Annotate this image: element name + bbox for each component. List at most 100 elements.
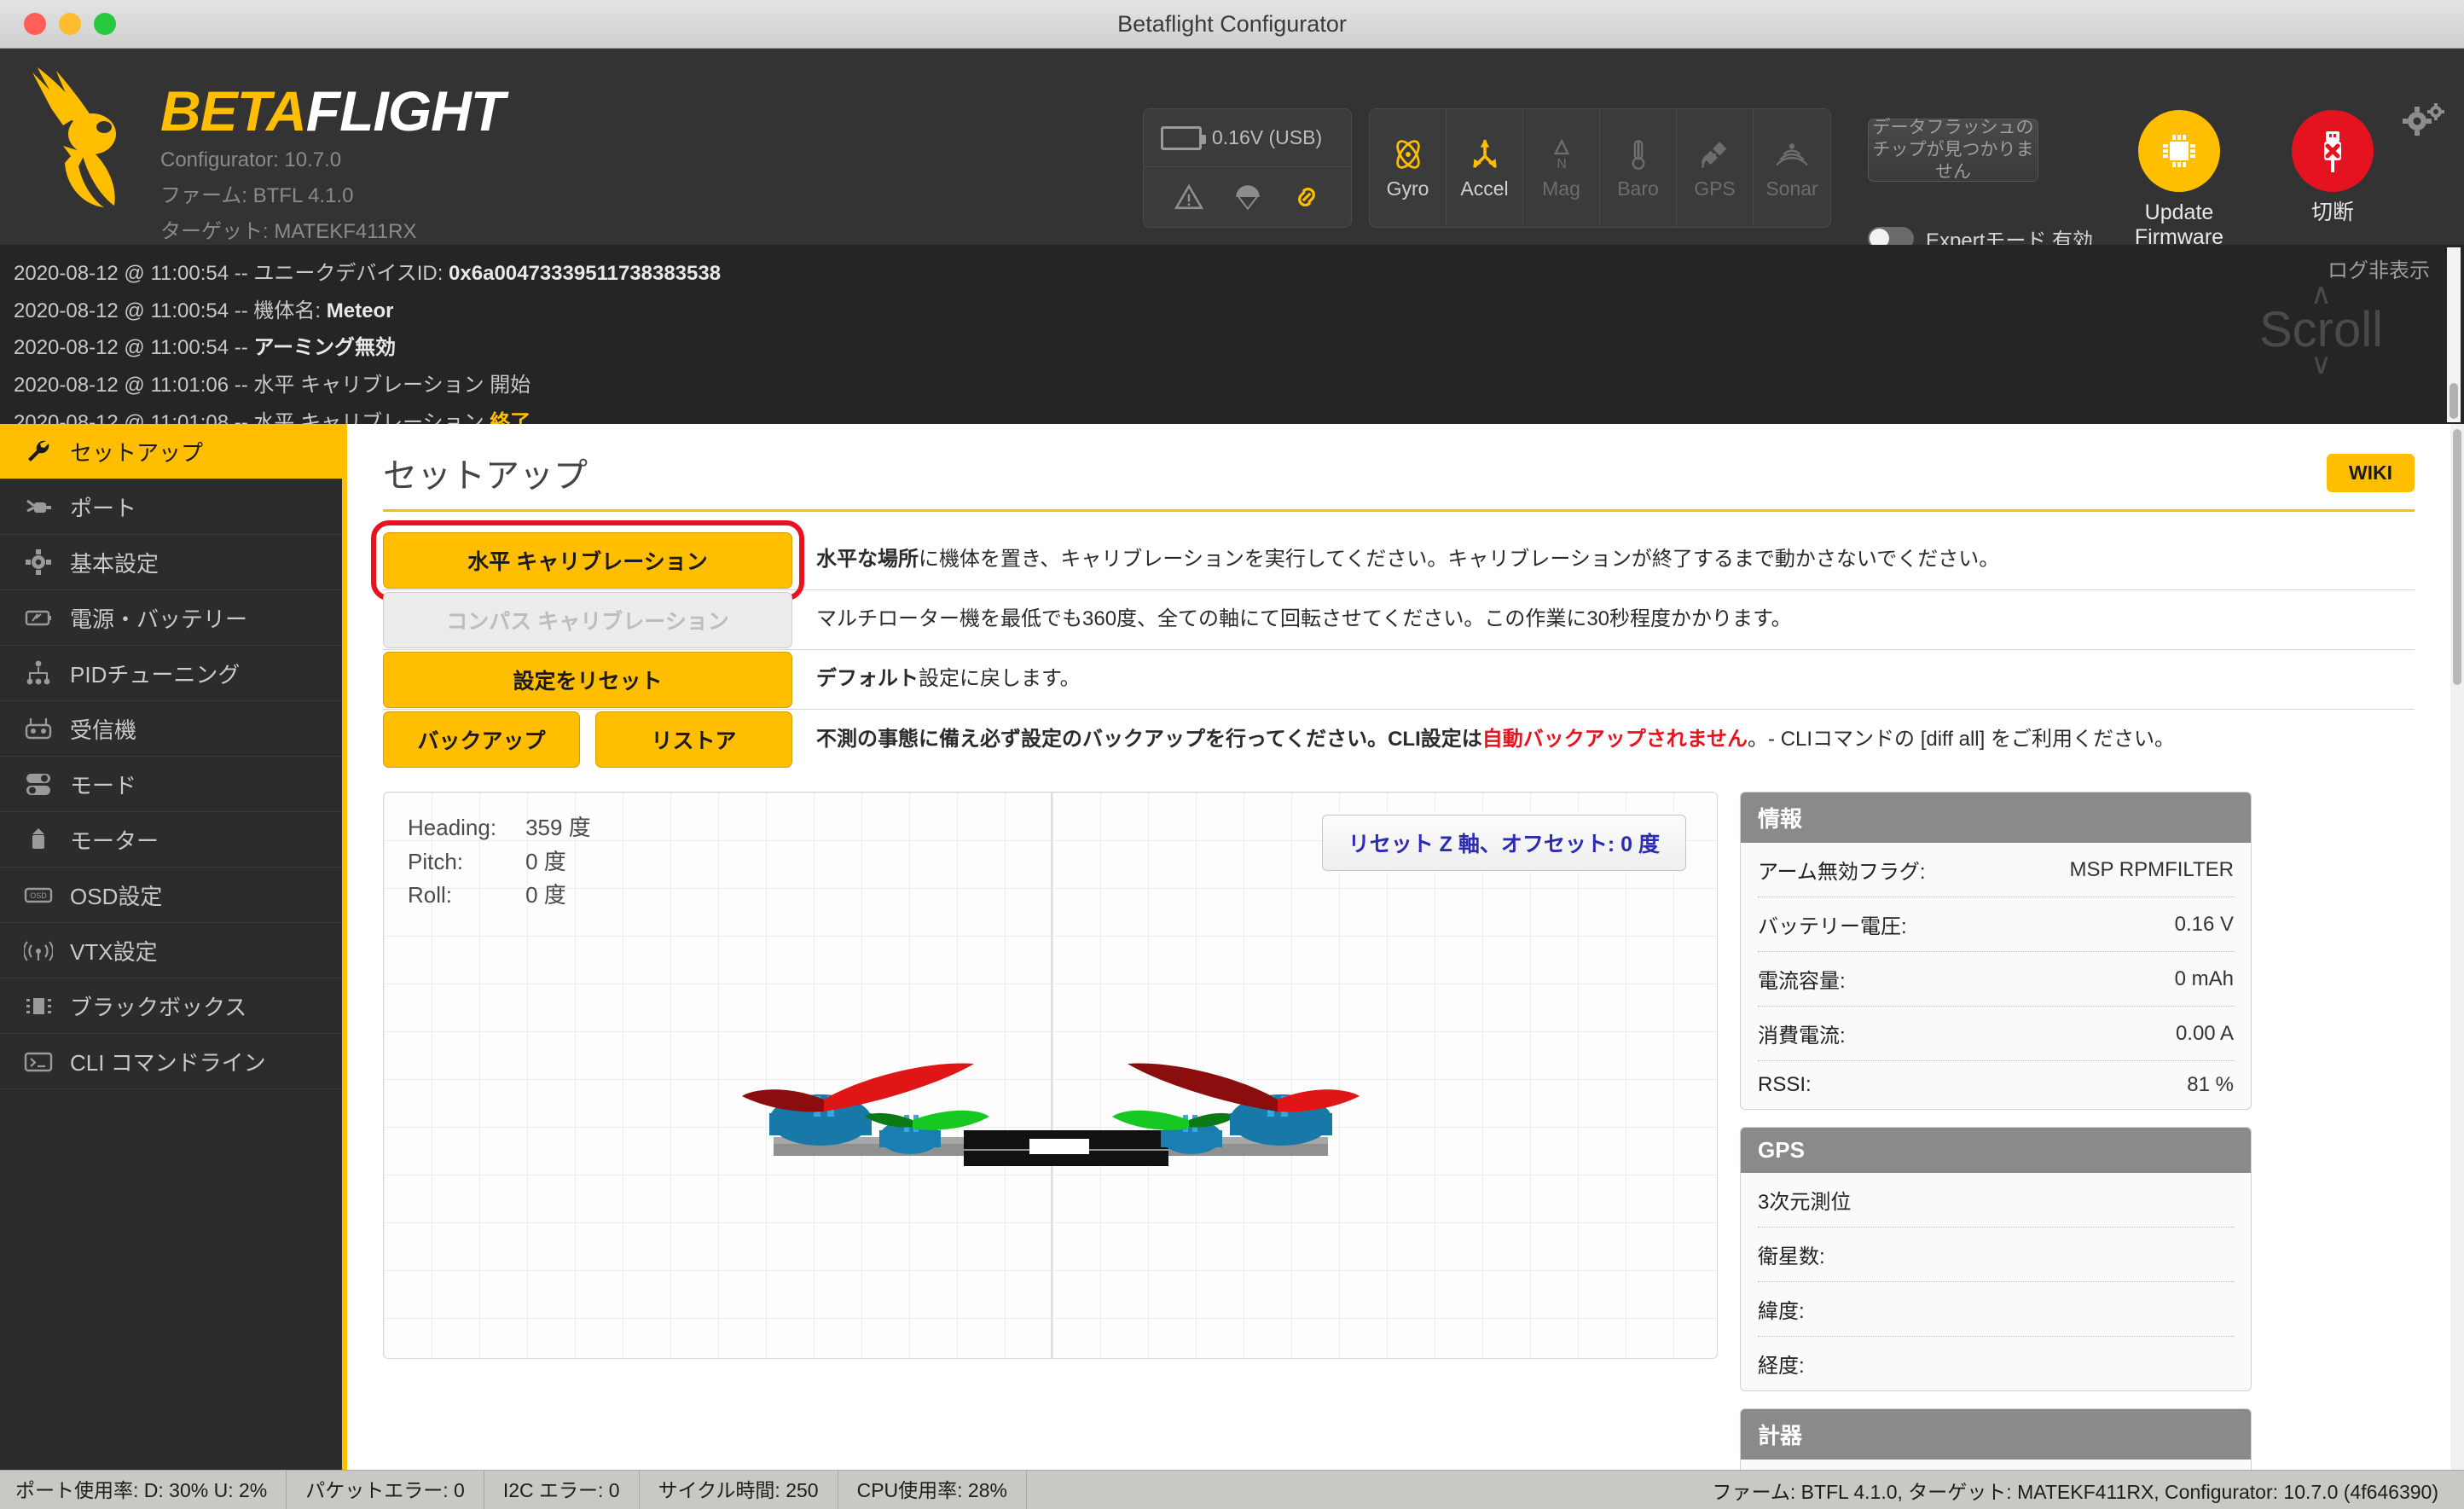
wiki-button[interactable]: WIKI — [2326, 453, 2415, 492]
sidebar-item-7[interactable]: モード — [0, 757, 342, 812]
log-scrollbar-thumb[interactable] — [2450, 383, 2458, 419]
betaflight-bee-logo-icon — [32, 67, 116, 207]
receiver-icon — [25, 718, 52, 740]
sidebar-item-8[interactable]: モーター — [0, 812, 342, 868]
battery-icon — [1161, 125, 1206, 150]
sidebar-item-label: CLI コマンドライン — [70, 1049, 266, 1076]
action-description: 不測の事態に備え必ず設定のバックアップを行ってください。CLI設定は自動バックア… — [816, 727, 2175, 751]
main-content: セットアップ WIKI 水平 キャリブレーション 水平な場所に機体を置き、キャリブ… — [347, 424, 2450, 1509]
firmware-version: ファーム: BTFL 4.1.0 — [160, 184, 354, 208]
sidebar-item-6[interactable]: 受信機 — [0, 701, 342, 757]
sidebar-item-label: 基本設定 — [70, 550, 159, 577]
page-scrollbar-thumb[interactable] — [2453, 429, 2461, 685]
sidebar-item-4[interactable]: 電源・バッテリー — [0, 590, 342, 646]
card-row-value: MSP RPMFILTER — [2069, 857, 2234, 881]
sonar-waves-icon — [1776, 142, 1808, 165]
update-firmware-button[interactable]: Update Firmware — [2107, 110, 2252, 250]
antenna-icon — [24, 941, 53, 961]
roll-value: 0 度 — [525, 882, 566, 908]
disconnect-button[interactable]: 切断 — [2260, 110, 2405, 225]
status-bar-item: I2C エラー: 0 — [484, 1470, 640, 1509]
card-row: バッテリー電圧: 0.16 V — [1758, 897, 2234, 952]
toggle-icon — [26, 774, 50, 795]
battery-voltage-label: 0.16V (USB) — [1212, 126, 1323, 148]
action-row: 設定をリセット デフォルト設定に戻します。 — [383, 650, 2415, 710]
logo-text-flight: FLIGHT — [305, 79, 505, 142]
sidebar-item-3[interactable]: 基本設定 — [0, 535, 342, 590]
card-row: 経度: — [1758, 1337, 2234, 1390]
status-bar-version: ファーム: BTFL 4.1.0, ターゲット: MATEKF411RX, Co… — [1712, 1480, 2438, 1503]
pitch-key: Pitch: — [408, 848, 464, 874]
heading-key: Heading: — [408, 815, 497, 840]
roll-key: Roll: — [408, 882, 453, 908]
sidebar-item-9[interactable]: OSD OSD設定 — [0, 868, 342, 923]
maximize-window-button[interactable] — [94, 13, 116, 35]
sensor-status-group: Gyro Accel N Mag Baro GPS Sonar — [1369, 108, 1831, 228]
action-button[interactable]: リストア — [595, 711, 792, 768]
hide-log-button[interactable]: ログ非表示 — [2328, 253, 2430, 283]
target-name: ターゲット: MATEKF411RX — [160, 220, 417, 244]
card-row-key: アーム無効フラグ: — [1758, 861, 1926, 884]
status-bar-item: ポート使用率: D: 30% U: 2% — [0, 1470, 287, 1509]
gps-card: GPS 3次元測位 衛星数: 緯度: 経度: — [1740, 1127, 2252, 1391]
card-row-key: 電流容量: — [1758, 970, 1846, 993]
action-button[interactable]: 設定をリセット — [383, 651, 792, 708]
sensor-mag: N Mag — [1523, 109, 1600, 227]
action-list: 水平 キャリブレーション 水平な場所に機体を置き、キャリブレーションを実行してくだ… — [371, 519, 2415, 769]
reset-z-axis-button[interactable]: リセット Z 軸、オフセット: 0 度 — [1321, 815, 1686, 871]
lower-region: Heading: 359 度 Pitch: 0 度 Roll: 0 度 リセット… — [383, 792, 2415, 1509]
page-title: セットアップ — [383, 457, 588, 495]
sensor-mag-label: Mag — [1542, 177, 1580, 200]
motor-icon — [32, 828, 44, 849]
action-button[interactable]: バックアップ — [383, 711, 580, 768]
dataflash-line-2: チップが見つかりません — [1872, 139, 2034, 183]
window-traffic-lights — [24, 13, 116, 35]
update-firmware-label-1: Update — [2144, 200, 2214, 224]
satellite-icon — [1701, 141, 1726, 168]
status-bar: ポート使用率: D: 30% U: 2% パケットエラー: 0 I2C エラー: 0… — [0, 1470, 2464, 1509]
heading-value: 359 度 — [525, 815, 591, 840]
card-row-key: 消費電流: — [1758, 1024, 1846, 1048]
sidebar-item-label: セットアップ — [70, 439, 204, 466]
sidebar-item-12[interactable]: CLI コマンドライン — [0, 1034, 342, 1089]
action-button[interactable]: 水平 キャリブレーション — [371, 519, 804, 601]
card-row-value: 0.00 A — [2175, 1021, 2234, 1045]
action-button: コンパス キャリブレーション — [383, 591, 792, 648]
status-bar-item: サイクル時間: 250 — [640, 1470, 838, 1509]
instruments-card-title: 計器 — [1741, 1409, 2251, 1460]
close-window-button[interactable] — [24, 13, 46, 35]
sensor-sonar-label: Sonar — [1765, 177, 1818, 200]
sidebar-item-10[interactable]: VTX設定 — [0, 923, 342, 978]
sensor-gyro-label: Gyro — [1386, 177, 1429, 200]
scroll-hint-label: Scroll — [2258, 302, 2383, 358]
action-buttons: 水平 キャリブレーション — [371, 519, 804, 601]
app-window: Betaflight Configurator BETAFLIGHT Confi… — [0, 0, 2464, 1509]
sidebar-item-11[interactable]: ブラックボックス — [0, 978, 342, 1034]
sidebar-item-label: OSD設定 — [70, 883, 163, 909]
log-line: 2020-08-12 @ 11:01:06 -- 水平 キャリブレーション 開始 — [14, 374, 531, 398]
chip-icon — [2138, 110, 2220, 192]
status-bar-items: ポート使用率: D: 30% U: 2% パケットエラー: 0 I2C エラー: 0… — [0, 1470, 1027, 1509]
gps-fix-row: 3次元測位 — [1758, 1173, 2234, 1228]
action-row: コンパス キャリブレーション マルチローター機を最低でも360度、全ての軸にて回転… — [383, 590, 2415, 650]
settings-gear-icon[interactable] — [2401, 102, 2445, 136]
model-viewport[interactable]: Heading: 359 度 Pitch: 0 度 Roll: 0 度 リセット… — [383, 792, 1718, 1359]
info-card: 情報 アーム無効フラグ: MSP RPMFILTER バッテリー電圧: 0.16 V 電… — [1740, 792, 2252, 1110]
sidebar-item-2[interactable]: ポート — [0, 479, 342, 535]
gps-fix-label: 3次元測位 — [1758, 1191, 1852, 1214]
action-buttons: 設定をリセット — [383, 651, 792, 708]
app-header: BETAFLIGHT Configurator: 10.7.0 ファーム: BT… — [0, 49, 2464, 252]
sidebar-item-label: モード — [70, 772, 137, 798]
page-scrollbar[interactable] — [2450, 424, 2464, 1470]
scroll-hint: ∧ Scroll ∨ — [2258, 280, 2383, 380]
pitch-value: 0 度 — [525, 848, 566, 874]
card-row-value: 0 mAh — [2174, 966, 2234, 990]
sidebar-item-1[interactable]: セットアップ — [0, 424, 342, 479]
card-row: アーム無効フラグ: MSP RPMFILTER — [1758, 843, 2234, 897]
minimize-window-button[interactable] — [59, 13, 81, 35]
log-scrollbar[interactable] — [2447, 247, 2461, 422]
sidebar-item-5[interactable]: PIDチューニング — [0, 646, 342, 701]
link-connected-icon — [1297, 188, 1315, 206]
sensor-baro: Baro — [1600, 109, 1677, 227]
info-card-title: 情報 — [1741, 792, 2251, 843]
